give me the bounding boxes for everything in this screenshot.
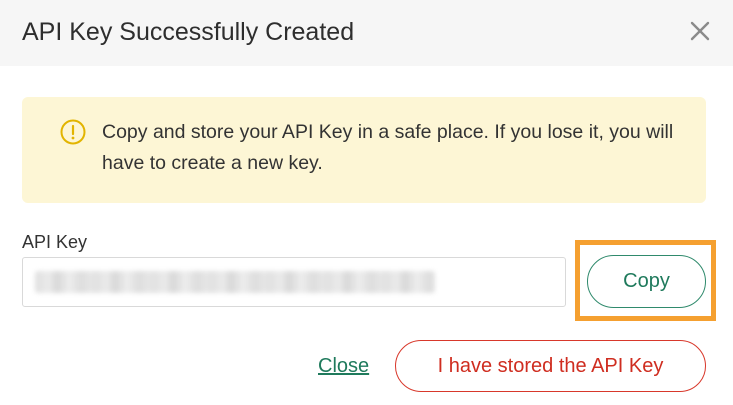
obscured-api-key-value	[35, 271, 435, 293]
api-key-created-dialog: API Key Successfully Created Copy and st…	[0, 0, 733, 405]
close-link[interactable]: Close	[318, 353, 369, 379]
dialog-header: API Key Successfully Created	[0, 0, 733, 66]
alert-message: Copy and store your API Key in a safe pl…	[102, 121, 674, 174]
close-icon[interactable]	[687, 18, 713, 44]
warning-circle-icon	[60, 119, 86, 145]
warning-alert: Copy and store your API Key in a safe pl…	[22, 97, 706, 203]
api-key-label: API Key	[22, 232, 88, 252]
stored-api-key-button[interactable]: I have stored the API Key	[395, 340, 706, 392]
copy-button[interactable]: Copy	[587, 255, 706, 308]
dialog-title: API Key Successfully Created	[22, 18, 355, 46]
api-key-field[interactable]	[22, 257, 566, 307]
